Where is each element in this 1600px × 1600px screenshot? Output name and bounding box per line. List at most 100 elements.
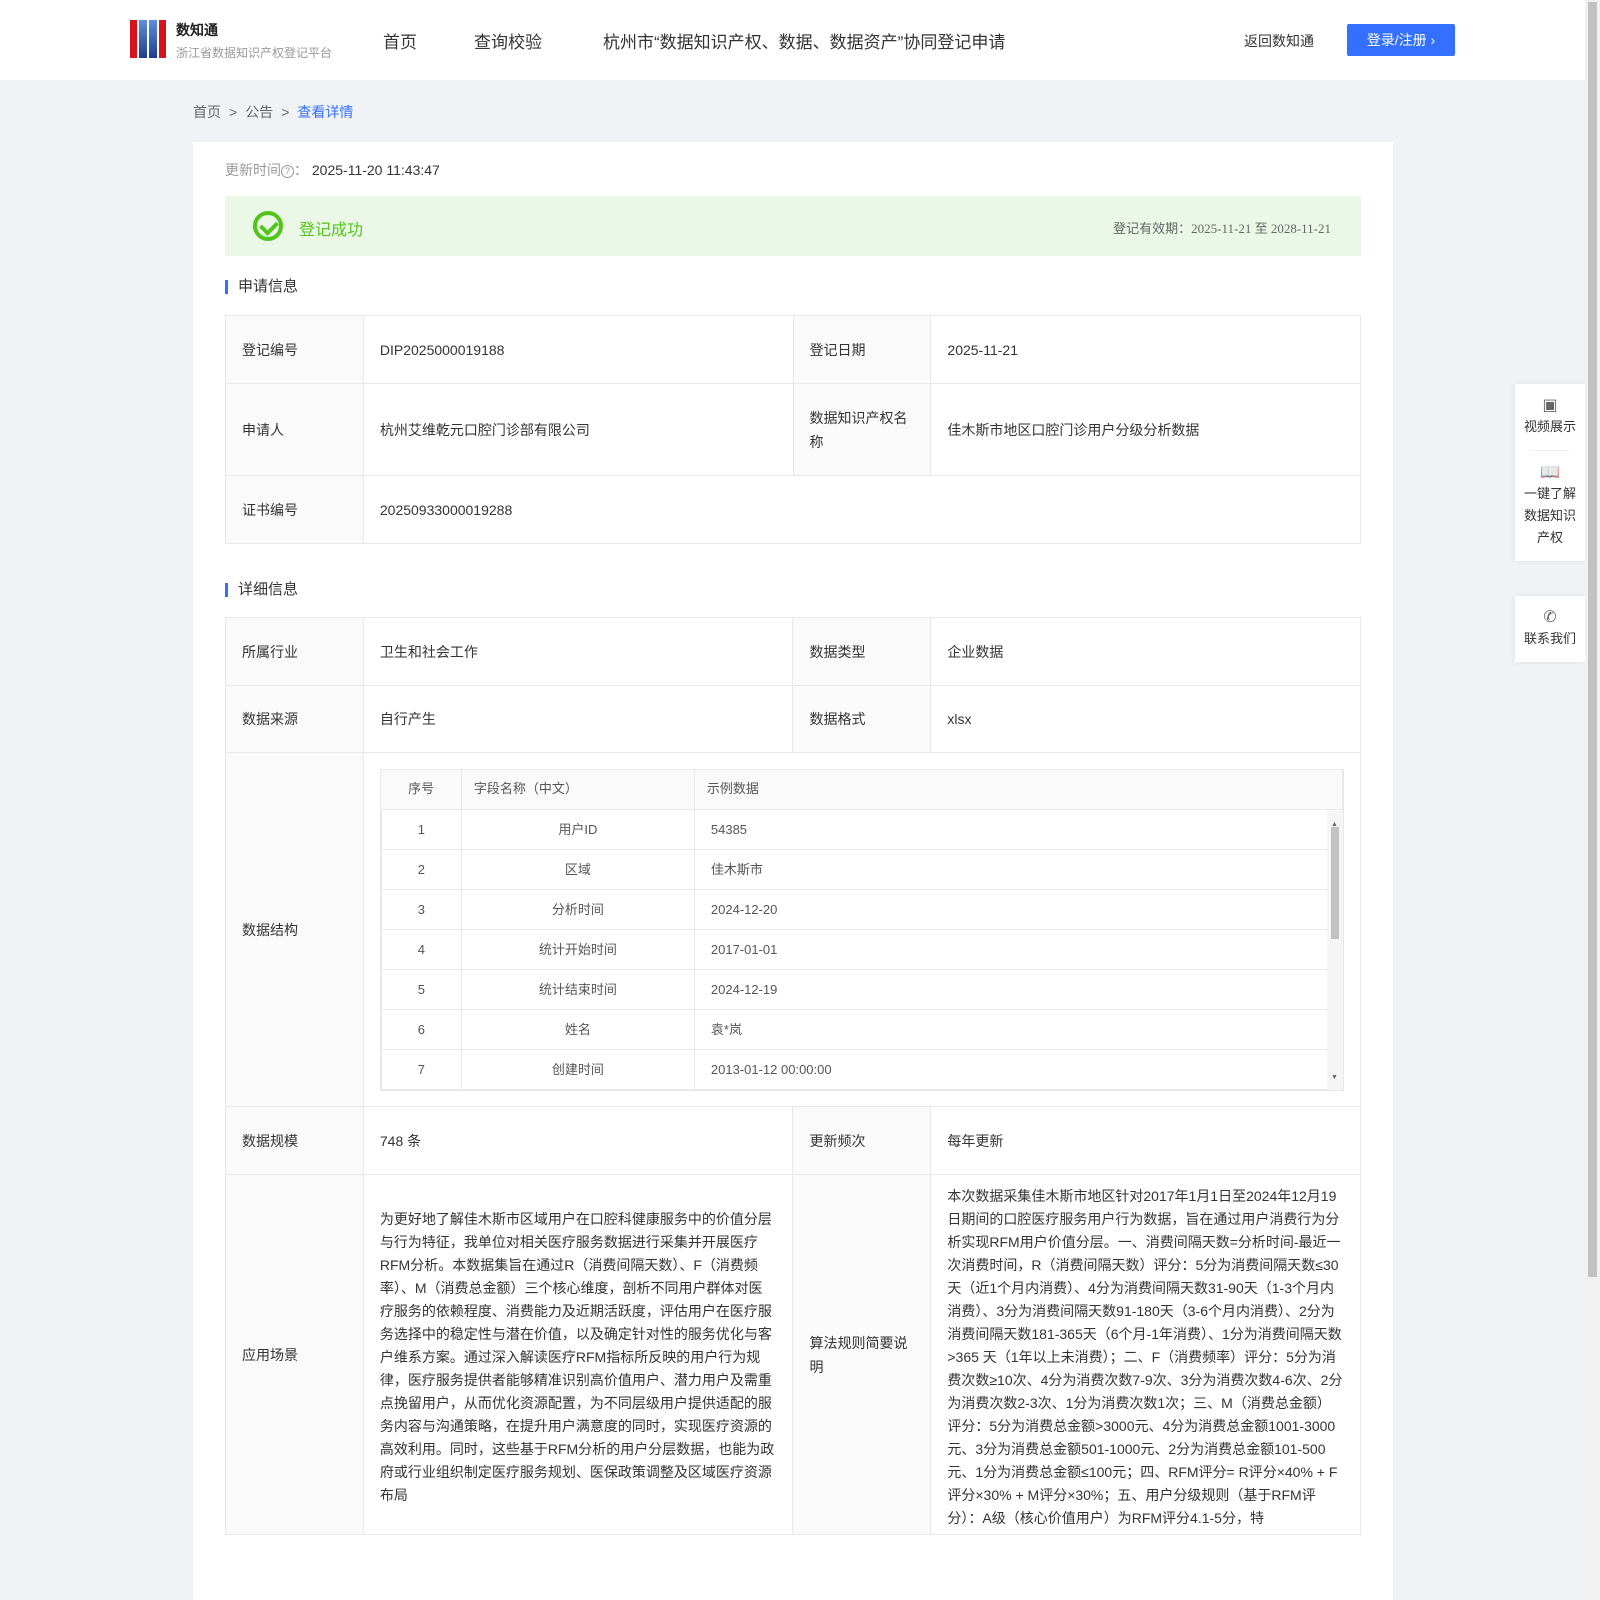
table-cell: 统计开始时间 (460, 929, 695, 970)
label: 数据结构 (225, 752, 364, 1107)
label: 所属行业 (225, 617, 364, 686)
top-header: 数知通 浙江省数据知识产权登记平台 首页 查询校验 杭州市“数据知识产权、数据、… (0, 0, 1585, 80)
col-header: 示例数据 (694, 769, 1343, 810)
data-scale: 748 条 (362, 1106, 794, 1175)
detail-info-table: 所属行业 卫生和社会工作 数据类型 企业数据 数据来源 自行产生 数据格式 xlsx 数据结… (225, 617, 1362, 1535)
contact-label: 联系我们 (1523, 631, 1576, 646)
label: 登记日期 (792, 315, 932, 384)
breadcrumb-home[interactable]: 首页 (193, 104, 221, 120)
table-cell: 1 (380, 809, 462, 850)
label: 登记编号 (225, 315, 364, 384)
label: 数据规模 (225, 1106, 364, 1175)
section-title-apply: 申请信息 (225, 279, 298, 294)
page-scrollbar[interactable] (1585, 0, 1600, 1600)
video-icon: ▣ (1542, 397, 1558, 414)
label: 算法规则简要说明 (792, 1174, 932, 1535)
table-cell: 3 (380, 889, 462, 930)
col-header: 序号 (381, 769, 462, 810)
float-panel: ▣ 视频展示 📖 一键了解数据知识产权 (1515, 384, 1585, 561)
status-banner: 登记成功 登记有效期：2025-11-21 至 2028-11-21 (225, 196, 1361, 256)
learn-label: 一键了解数据知识产权 (1523, 486, 1576, 545)
data-format: xlsx (930, 685, 1361, 753)
table-cell: 54385 (693, 809, 1343, 850)
breadcrumb-sep: > (229, 104, 238, 120)
label: 数据类型 (792, 617, 932, 686)
logo[interactable] (130, 20, 166, 58)
update-sep: ： (294, 162, 308, 178)
data-type: 企业数据 (930, 617, 1361, 686)
breadcrumb-notice[interactable]: 公告 (245, 104, 273, 120)
label: 数据来源 (225, 685, 364, 753)
table-cell: 2017-01-01 (693, 929, 1343, 970)
status-text: 登记成功 (299, 222, 364, 239)
page-scrollbar-thumb[interactable] (1588, 2, 1597, 1277)
table-cell: 分析时间 (460, 889, 695, 930)
table-row: 7 创建时间 2013-01-12 00:00:00 (380, 1049, 1343, 1090)
algorithm-rules: 本次数据采集佳木斯市地区针对2017年1月1日至2024年12月19日期间的口腔… (930, 1174, 1361, 1535)
nav-apply[interactable]: 杭州市“数据知识产权、数据、数据资产”协同登记申请 (603, 28, 1005, 53)
table-cell: 6 (380, 1009, 462, 1050)
label: 证书编号 (225, 475, 364, 544)
ip-name: 佳木斯市地区口腔门诊用户分级分析数据 (930, 383, 1361, 476)
application-scene: 为更好地了解佳木斯市区域用户在口腔科健康服务中的价值分层与行为特征，我单位对相关… (362, 1174, 794, 1535)
data-source: 自行产生 (362, 685, 794, 753)
section-title-detail: 详细信息 (225, 582, 298, 597)
update-label: 更新时间 (225, 162, 281, 178)
table-cell: 2013-01-12 00:00:00 (693, 1049, 1343, 1090)
table-row: 5 统计结束时间 2024-12-19 (380, 969, 1343, 1010)
phone-icon: ✆ (1543, 609, 1557, 626)
table-cell: 7 (380, 1049, 462, 1090)
video-button[interactable]: ▣ 视频展示 (1515, 384, 1585, 450)
table-cell: 佳木斯市 (693, 849, 1343, 890)
nav-query[interactable]: 查询校验 (474, 28, 542, 53)
contact-button[interactable]: ✆ 联系我们 (1515, 596, 1585, 662)
detail-card: 更新时间?： 2025-11-20 11:43:47 登记成功 登记有效期：20… (193, 142, 1393, 1600)
table-cell: 创建时间 (460, 1049, 695, 1090)
breadcrumb-sep: > (281, 104, 290, 120)
help-icon[interactable]: ? (281, 165, 294, 178)
structure-scrollbar[interactable]: ▲ ▼ (1327, 810, 1343, 1090)
video-label: 视频展示 (1523, 419, 1576, 434)
back-link[interactable]: 返回数知通 (1244, 31, 1314, 51)
table-cell: 统计结束时间 (460, 969, 695, 1010)
table-cell: 2 (380, 849, 462, 890)
update-value: 2025-11-20 11:43:47 (311, 162, 440, 178)
scroll-down-icon[interactable]: ▼ (1331, 1066, 1338, 1090)
cert-no: 20250933000019288 (362, 475, 1362, 544)
label: 更新频次 (792, 1106, 932, 1175)
scrollbar-thumb[interactable] (1331, 826, 1339, 939)
breadcrumb: 首页 > 公告 > 查看详情 (193, 102, 353, 122)
structure-table: 序号 字段名称（中文） 示例数据 1 用户ID 54385 2 区域 佳木斯市 3 分析时间 202… (379, 768, 1344, 1091)
table-row: 6 姓名 袁*岚 (380, 1009, 1343, 1050)
check-circle-icon (253, 211, 283, 241)
validity-period: 登记有效期：2025-11-21 至 2028-11-21 (1113, 221, 1331, 236)
breadcrumb-current: 查看详情 (297, 104, 354, 120)
table-cell: 2024-12-19 (693, 969, 1343, 1010)
applicant: 杭州艾维乾元口腔门诊部有限公司 (362, 383, 794, 476)
label: 应用场景 (225, 1174, 364, 1535)
industry: 卫生和社会工作 (362, 617, 794, 686)
brand-title: 数知通 (176, 22, 218, 38)
label: 申请人 (225, 383, 364, 476)
table-cell: 姓名 (460, 1009, 695, 1050)
table-cell: 5 (380, 969, 462, 1010)
contact-panel: ✆ 联系我们 (1515, 596, 1585, 662)
apply-info-table: 登记编号 DIP2025000019188 登记日期 2025-11-21 申请人 杭州… (225, 315, 1362, 544)
label: 数据知识产权名称 (792, 383, 932, 476)
table-row: 1 用户ID 54385 (380, 809, 1343, 850)
label: 数据格式 (792, 685, 932, 753)
learn-button[interactable]: 📖 一键了解数据知识产权 (1515, 451, 1585, 561)
brand: 数知通 浙江省数据知识产权登记平台 (176, 20, 332, 61)
update-time: 更新时间?： 2025-11-20 11:43:47 (225, 160, 440, 180)
brand-subtitle: 浙江省数据知识产权登记平台 (176, 46, 333, 60)
login-button[interactable]: 登录/注册 › (1347, 24, 1455, 56)
table-cell: 用户ID (460, 809, 695, 850)
table-row: 2 区域 佳木斯市 (380, 849, 1343, 890)
table-cell: 区域 (460, 849, 695, 890)
book-icon: 📖 (1540, 464, 1560, 481)
col-header: 字段名称（中文） (461, 769, 695, 810)
table-cell: 4 (380, 929, 462, 970)
nav-home[interactable]: 首页 (383, 28, 417, 53)
update-frequency: 每年更新 (930, 1106, 1361, 1175)
reg-no: DIP2025000019188 (362, 315, 794, 384)
